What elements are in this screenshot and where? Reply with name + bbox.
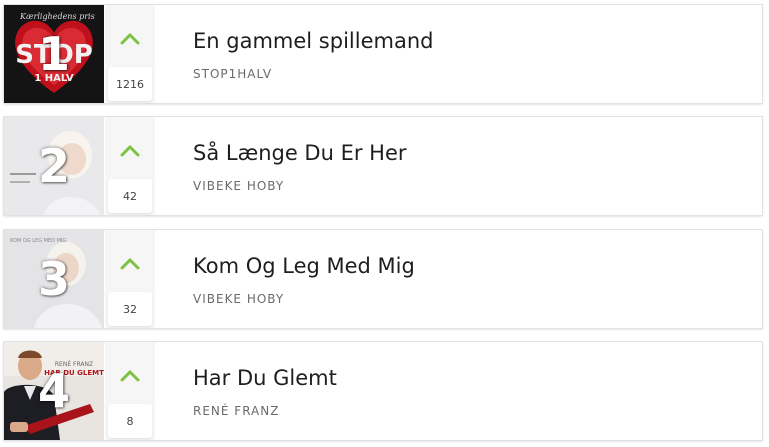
chevron-up-icon (120, 370, 140, 382)
play-count: 8 (108, 404, 152, 438)
trend-panel: 42 (105, 117, 155, 215)
album-cover[interactable]: Kærlighedens pris STOP 1 HALV 1 (4, 5, 104, 103)
album-cover[interactable]: RENÉ FRANZ HAR DU GLEMT 4 (4, 342, 104, 440)
chevron-up-icon (120, 145, 140, 157)
chart-row[interactable]: KOM OG LEG MED MIG 3 32 Kom Og Leg Med M… (3, 229, 763, 329)
song-title[interactable]: Har Du Glemt (193, 366, 337, 390)
chart-row[interactable]: RENÉ FRANZ HAR DU GLEMT 4 8 Har Du Glemt… (3, 341, 763, 441)
rank-number: 4 (37, 364, 70, 418)
song-title[interactable]: Så Længe Du Er Her (193, 141, 407, 165)
artist-name[interactable]: STOP1HALV (193, 67, 272, 81)
song-title[interactable]: En gammel spillemand (193, 29, 433, 53)
artist-name[interactable]: VIBEKE HOBY (193, 179, 284, 193)
chart-row[interactable]: Kærlighedens pris STOP 1 HALV 1 1216 En … (3, 4, 763, 104)
chevron-up-icon (120, 33, 140, 45)
rank-number: 3 (37, 252, 70, 306)
rank-number: 1 (37, 27, 70, 81)
rank-number: 2 (37, 139, 70, 193)
chart-list: Kærlighedens pris STOP 1 HALV 1 1216 En … (0, 0, 769, 447)
trend-panel: 1216 (105, 5, 155, 103)
artist-name[interactable]: RENÉ FRANZ (193, 404, 279, 418)
artist-name[interactable]: VIBEKE HOBY (193, 292, 284, 306)
chevron-up-icon (120, 258, 140, 270)
play-count: 32 (108, 292, 152, 326)
play-count: 42 (108, 179, 152, 213)
trend-panel: 32 (105, 230, 155, 328)
trend-panel: 8 (105, 342, 155, 440)
play-count: 1216 (108, 67, 152, 101)
chart-row[interactable]: 2 42 Så Længe Du Er Her VIBEKE HOBY (3, 116, 763, 216)
album-cover[interactable]: 2 (4, 117, 104, 215)
album-cover[interactable]: KOM OG LEG MED MIG 3 (4, 230, 104, 328)
song-title[interactable]: Kom Og Leg Med Mig (193, 254, 415, 278)
